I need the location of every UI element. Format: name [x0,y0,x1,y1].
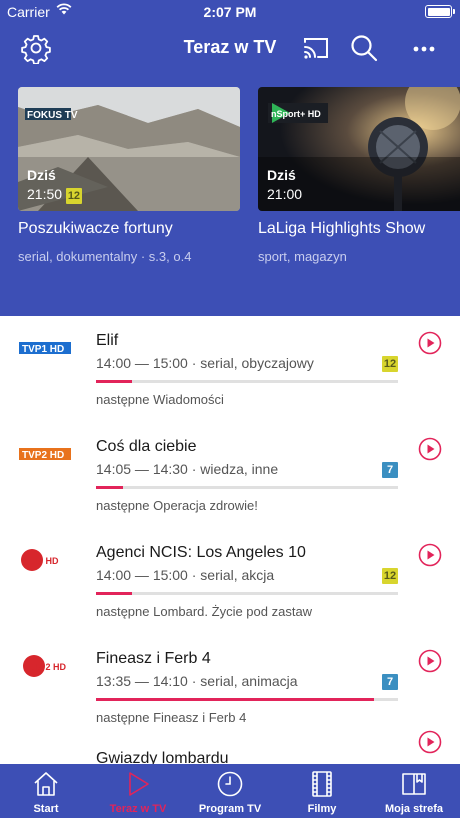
tab-start[interactable]: Start [0,764,92,818]
next-program: następne Wiadomości [96,392,224,407]
book-icon [402,773,426,795]
progress-track [96,698,398,701]
progress-track [96,486,398,489]
channel-logo-tvp1: TVP1 HD [19,342,71,355]
tab-teraz-w-tv[interactable]: Teraz w TV [92,764,184,818]
channel-logo-tvp2: TVP2 HD [19,448,71,461]
program-title: Gwiazdy lombardu [96,750,229,764]
tab-moja-strefa[interactable]: Moja strefa [368,764,460,818]
featured-subtitle: sport, magazyn [258,249,347,264]
featured-card[interactable]: FOKUS TV Dziś 21:50 12 Poszukiwacze fort… [18,87,240,264]
tab-label: Start [33,803,59,815]
next-program: następne Operacja zdrowie! [96,498,258,513]
featured-title: Poszukiwacze fortuny [18,220,173,237]
more-icon[interactable] [408,32,440,64]
play-icon[interactable] [418,649,442,673]
top-bar: Teraz w TV [0,26,460,70]
program-meta: 13:35 — 14:10 · serial, animacja [96,673,298,689]
channel-logo-puls: Puls HD [21,549,59,571]
progress-fill [96,698,374,701]
svg-text:TVP1 HD: TVP1 HD [22,344,64,355]
tab-bar: Start Teraz w TV Program TV Filmy Moja s… [0,764,460,818]
svg-text:Puls 2 HD: Puls 2 HD [24,662,67,672]
film-icon [312,771,332,797]
featured-title: LaLiga Highlights Show [258,220,426,237]
program-title: Agenci NCIS: Los Angeles 10 [96,544,306,561]
list-item[interactable]: Puls 2 HD Fineasz i Ferb 4 13:35 — 14:10… [0,634,460,740]
tab-label: Program TV [198,803,262,815]
tab-label: Teraz w TV [109,803,167,815]
progress-fill [96,486,124,489]
featured-day: Dziś [27,167,56,183]
list-item[interactable]: Gwiazdy lombardu [0,730,460,764]
age-rating-badge: 12 [382,568,398,584]
tab-label: Filmy [307,803,337,815]
featured-day: Dziś [267,167,296,183]
tab-program-tv[interactable]: Program TV [184,764,276,818]
list-item[interactable]: Puls HD Agenci NCIS: Los Angeles 10 14:0… [0,528,460,634]
progress-track [96,380,398,383]
progress-track [96,592,398,595]
progress-fill [96,592,133,595]
status-bar: Carrier 2:07 PM [0,0,460,24]
play-icon[interactable] [418,331,442,355]
featured-thumbnail: FOKUS TV Dziś 21:50 12 [18,87,240,211]
next-program: następne Lombard. Życie pod zastaw [96,604,313,619]
age-rating-badge: 12 [382,356,398,372]
program-meta: 14:00 — 15:00 · serial, akcja [96,567,275,583]
clock-label: 2:07 PM [203,4,257,20]
play-icon[interactable] [418,730,442,754]
program-meta: 14:00 — 15:00 · serial, obyczajowy [96,355,314,371]
list-item[interactable]: TVP1 HD Elif 14:00 — 15:00 · serial, oby… [0,316,460,422]
program-title: Coś dla ciebie [96,438,197,455]
program-meta: 14:05 — 14:30 · wiedza, inne [96,461,279,477]
list-item[interactable]: TVP2 HD Coś dla ciebie 14:05 — 14:30 · w… [0,422,460,528]
program-title: Fineasz i Ferb 4 [96,650,211,667]
home-icon [34,772,58,796]
age-rating-badge: 7 [382,674,398,690]
tab-filmy[interactable]: Filmy [276,764,368,818]
cast-icon[interactable] [300,32,332,64]
next-program: następne Fineasz i Ferb 4 [96,710,247,725]
program-title: Elif [96,332,119,349]
play-icon[interactable] [418,543,442,567]
svg-text:TVP2 HD: TVP2 HD [22,450,64,461]
featured-thumbnail: nSport+ HD Dziś 21:00 [258,87,460,211]
tab-label: Moja strefa [384,803,444,815]
hero-section: Carrier 2:07 PM Teraz w TV FOKUS TV Dziś… [0,0,460,316]
svg-text:Puls HD: Puls HD [24,556,59,566]
page-title: Teraz w TV [183,37,277,57]
channel-logo-nsport: nSport+ HD [271,109,321,119]
featured-time: 21:00 [267,186,303,202]
age-rating-badge: 7 [382,462,398,478]
featured-card[interactable]: nSport+ HD Dziś 21:00 LaLiga Highlights … [258,87,460,264]
clock-icon [217,771,243,797]
play-outline-icon [129,772,149,796]
play-icon[interactable] [418,437,442,461]
age-rating-badge: 12 [65,188,82,204]
channel-logo-puls2: Puls 2 HD [23,655,67,677]
featured-time: 21:50 12 [27,186,82,204]
search-icon[interactable] [348,32,380,64]
schedule-list[interactable]: TVP1 HD Elif 14:00 — 15:00 · serial, oby… [0,316,460,764]
gear-icon[interactable] [20,32,52,64]
battery-icon [425,5,455,18]
progress-fill [96,380,133,383]
featured-carousel[interactable]: FOKUS TV Dziś 21:50 12 Poszukiwacze fort… [0,87,460,277]
featured-subtitle: serial, dokumentalny · s.3, o.4 [18,249,192,264]
channel-logo-fokus: FOKUS TV [27,110,78,121]
